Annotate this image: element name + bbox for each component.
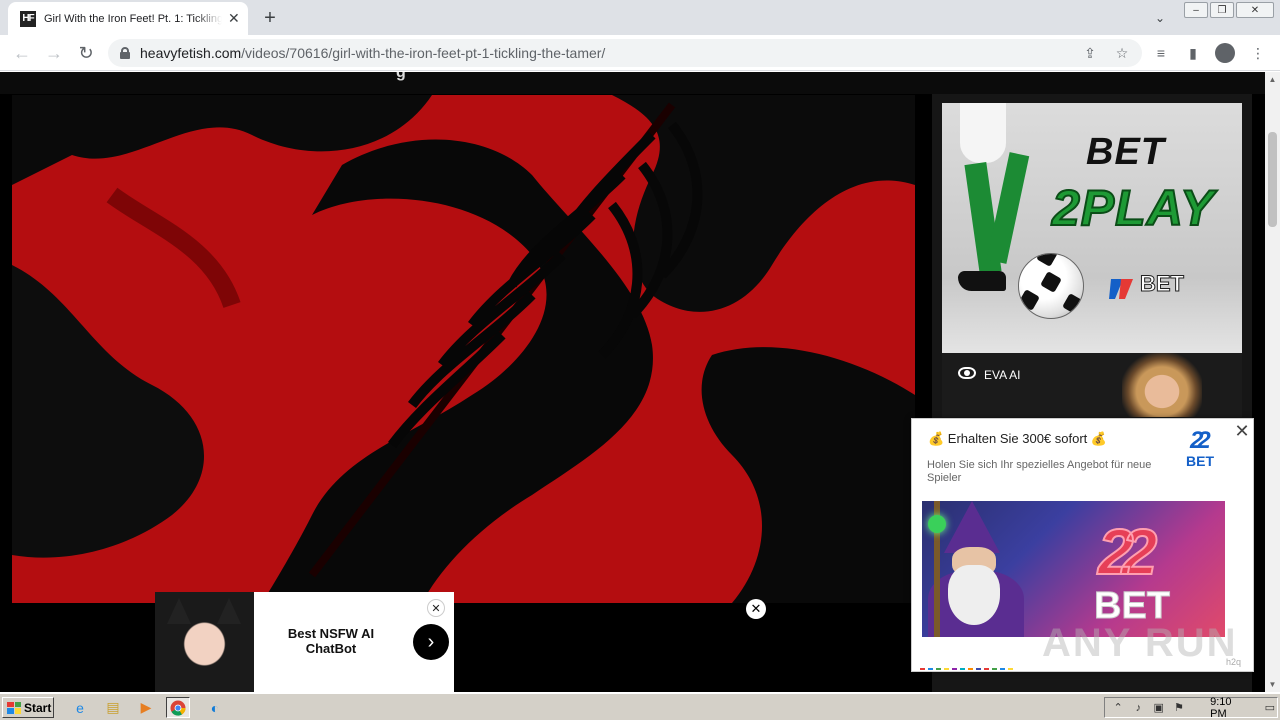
soccer-ball-icon xyxy=(1018,253,1084,319)
page-scrollbar[interactable]: ▲ ▼ xyxy=(1265,72,1280,692)
browser-tab-strip: HF Girl With the Iron Feet! Pt. 1: Tickl… xyxy=(0,0,1280,35)
ad-play-word: 2PLAY xyxy=(1051,179,1215,237)
popup-tag: h2q xyxy=(1226,657,1242,667)
url-host: heavyfetish.com xyxy=(140,45,242,61)
ad-nsfw-close-icon[interactable]: ✕ xyxy=(427,599,445,617)
address-bar[interactable]: heavyfetish.com/videos/70616/girl-with-t… xyxy=(108,39,1142,67)
video-player[interactable] xyxy=(12,95,915,603)
screen: HF Girl With the Iron Feet! Pt. 1: Tickl… xyxy=(0,0,1280,720)
ad-eva-label: EVA AI xyxy=(984,368,1021,382)
popup-color-dots xyxy=(920,668,1013,670)
ad-nsfw-photo xyxy=(155,592,254,692)
popup-ad-image[interactable]: 22 BET xyxy=(922,501,1225,637)
popup-dot xyxy=(952,668,957,670)
cat-ear-right xyxy=(217,598,241,624)
ad-popup[interactable]: ✕ 💰 Erhalten Sie 300€ sofort 💰 Holen Sie… xyxy=(911,418,1254,672)
popup-dot xyxy=(928,668,933,670)
bookmark-star-icon[interactable]: ☆ xyxy=(1112,43,1132,63)
profile-avatar-icon[interactable] xyxy=(1215,43,1235,63)
scroll-up-icon[interactable]: ▲ xyxy=(1265,72,1280,87)
site-favicon-icon: HF xyxy=(20,10,36,27)
internet-explorer-icon[interactable]: e xyxy=(68,697,92,718)
restore-button[interactable]: ❐ xyxy=(1210,2,1234,18)
ad-player-sock-2 xyxy=(986,152,1030,264)
popup-title: 💰 Erhalten Sie 300€ sofort 💰 xyxy=(928,431,1108,446)
taskbar-clock[interactable]: 9:10 PM xyxy=(1210,696,1247,720)
video-ad-close-icon[interactable]: ✕ xyxy=(746,599,766,619)
tab-title: Girl With the Iron Feet! Pt. 1: Tickling… xyxy=(44,12,222,25)
action-center-flag-icon[interactable]: ⚑ xyxy=(1172,700,1186,716)
video-controls-area xyxy=(12,603,915,692)
popup-dot xyxy=(1000,668,1005,670)
side-panel-icon[interactable]: ▮ xyxy=(1183,43,1203,63)
ad-bet-word: BET xyxy=(1086,131,1165,173)
share-icon[interactable]: ⇪ xyxy=(1080,43,1100,63)
popup-image-number: 22 xyxy=(1097,515,1158,589)
start-button[interactable]: Start xyxy=(2,697,54,718)
ad-eva-banner[interactable]: EVA AI xyxy=(942,353,1242,417)
minimize-button[interactable]: – xyxy=(1184,2,1208,18)
popup-dot xyxy=(968,668,973,670)
wizard-hat-icon xyxy=(944,501,1000,553)
browser-toolbar: ← → ↻ heavyfetish.com/videos/70616/girl-… xyxy=(0,35,1280,71)
popup-dot xyxy=(936,668,941,670)
url-path: /videos/70616/girl-with-the-iron-feet-pt… xyxy=(241,45,606,61)
popup-dot xyxy=(920,668,925,670)
ad-eva-photo xyxy=(1122,353,1202,417)
new-tab-button[interactable]: + xyxy=(258,6,282,30)
anyrun-watermark: ANY RUN xyxy=(1042,621,1238,665)
ad-nsfw-text: Best NSFW AI ChatBot xyxy=(287,626,375,656)
cat-ear-left xyxy=(167,598,191,624)
popup-dot xyxy=(992,668,997,670)
volume-icon[interactable]: ♪ xyxy=(1131,700,1145,716)
media-controls-icon[interactable]: ≡ xyxy=(1151,43,1171,63)
ad-player-shoe xyxy=(958,271,1006,291)
window-close-button[interactable]: ✕ xyxy=(1236,2,1274,18)
start-label: Start xyxy=(24,700,52,715)
popup-dot xyxy=(960,668,965,670)
popup-dot xyxy=(984,668,989,670)
tab-search-icon[interactable]: ⌄ xyxy=(1150,8,1170,28)
chrome-icon[interactable] xyxy=(166,697,190,718)
22bet-logo-icon xyxy=(1109,279,1133,299)
popup-subtitle: Holen Sie sich Ihr spezielles Angebot fü… xyxy=(927,459,1152,484)
chevron-right-icon[interactable]: › xyxy=(413,624,449,660)
forward-arrow-icon[interactable]: → xyxy=(42,41,66,65)
wizard-beard xyxy=(948,565,1000,625)
back-arrow-icon[interactable]: ← xyxy=(10,41,34,65)
edge-icon[interactable]: ◐ xyxy=(203,697,227,718)
ad-bet2play-banner[interactable]: BET 2PLAY BET xyxy=(942,103,1242,353)
page-title: g xyxy=(396,72,406,81)
eye-icon xyxy=(958,367,976,379)
windows-taskbar: Start e ▤ ▶ ◐ ⌃ ♪ ▣ ⚑ 9:10 PM ▭ xyxy=(0,693,1280,720)
popup-dot xyxy=(976,668,981,670)
page-header-strip xyxy=(0,72,1265,94)
ad-nsfw-banner[interactable]: Best NSFW AI ChatBot › ✕ xyxy=(155,592,454,692)
network-icon[interactable]: ▣ xyxy=(1152,700,1166,716)
22bet-logo-icon: 22 BET xyxy=(1184,427,1224,469)
popup-logo-text: BET xyxy=(1186,453,1214,469)
browser-tab[interactable]: HF Girl With the Iron Feet! Pt. 1: Tickl… xyxy=(8,2,248,35)
wizard-gem-icon xyxy=(928,515,946,533)
tab-close-icon[interactable]: ✕ xyxy=(228,10,240,27)
url-text: heavyfetish.com/videos/70616/girl-with-t… xyxy=(140,45,605,61)
popup-dot xyxy=(944,668,949,670)
media-player-icon[interactable]: ▶ xyxy=(134,697,158,718)
video-frame-image xyxy=(12,95,915,603)
windows-logo-icon xyxy=(7,701,21,714)
popup-dot xyxy=(1008,668,1013,670)
ad-player-shorts xyxy=(960,103,1006,163)
file-explorer-icon[interactable]: ▤ xyxy=(101,697,125,718)
popup-close-icon[interactable]: ✕ xyxy=(1234,422,1250,440)
reload-icon[interactable]: ↻ xyxy=(74,41,98,65)
menu-kebab-icon[interactable]: ⋮ xyxy=(1248,43,1268,63)
ad-brand-text: BET xyxy=(1140,271,1185,297)
system-tray: ⌃ ♪ ▣ ⚑ 9:10 PM ▭ xyxy=(1104,696,1278,720)
show-desktop-icon[interactable]: ▭ xyxy=(1263,700,1277,716)
lock-icon[interactable] xyxy=(120,47,130,59)
show-hidden-icons-icon[interactable]: ⌃ xyxy=(1111,700,1125,716)
scroll-down-icon[interactable]: ▼ xyxy=(1265,677,1280,692)
popup-logo-number: 22 xyxy=(1190,427,1211,454)
scrollbar-thumb[interactable] xyxy=(1268,132,1277,227)
